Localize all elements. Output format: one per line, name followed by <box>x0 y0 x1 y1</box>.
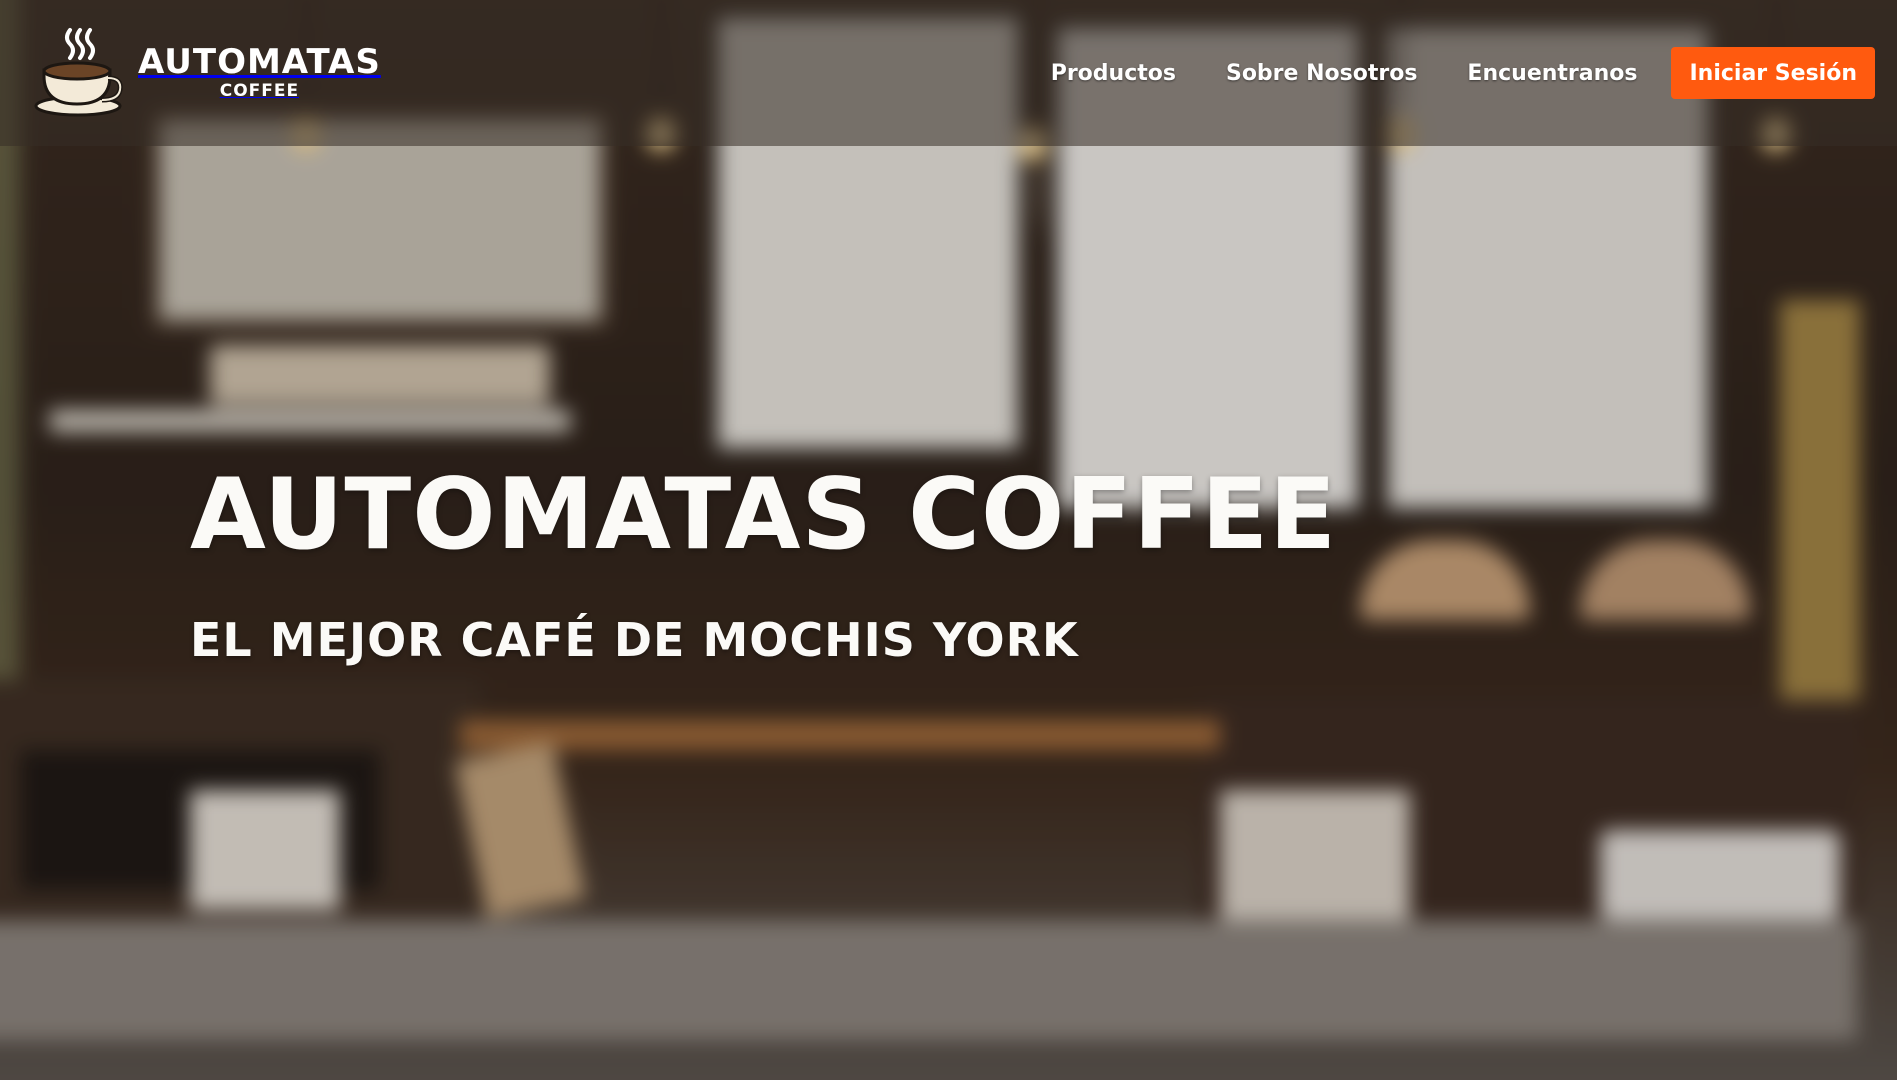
site-header: AUTOMATAS COFFEE Productos Sobre Nosotro… <box>0 0 1897 146</box>
login-button[interactable]: Iniciar Sesión <box>1671 47 1875 99</box>
nav-link-sobre-nosotros[interactable]: Sobre Nosotros <box>1226 61 1417 86</box>
hero-subtitle: EL MEJOR CAFÉ DE MOCHIS YORK <box>190 613 1079 667</box>
logo-subtitle: COFFEE <box>219 81 300 101</box>
hero-title: AUTOMATAS COFFEE <box>190 458 1338 572</box>
main-nav: Productos Sobre Nosotros Encuentranos In… <box>1001 47 1875 99</box>
logo-link[interactable]: AUTOMATAS COFFEE <box>32 26 381 118</box>
nav-link-productos[interactable]: Productos <box>1051 61 1176 86</box>
coffee-cup-icon <box>32 26 124 118</box>
logo-title: AUTOMATAS <box>138 42 381 82</box>
nav-link-encuentranos[interactable]: Encuentranos <box>1467 61 1637 86</box>
